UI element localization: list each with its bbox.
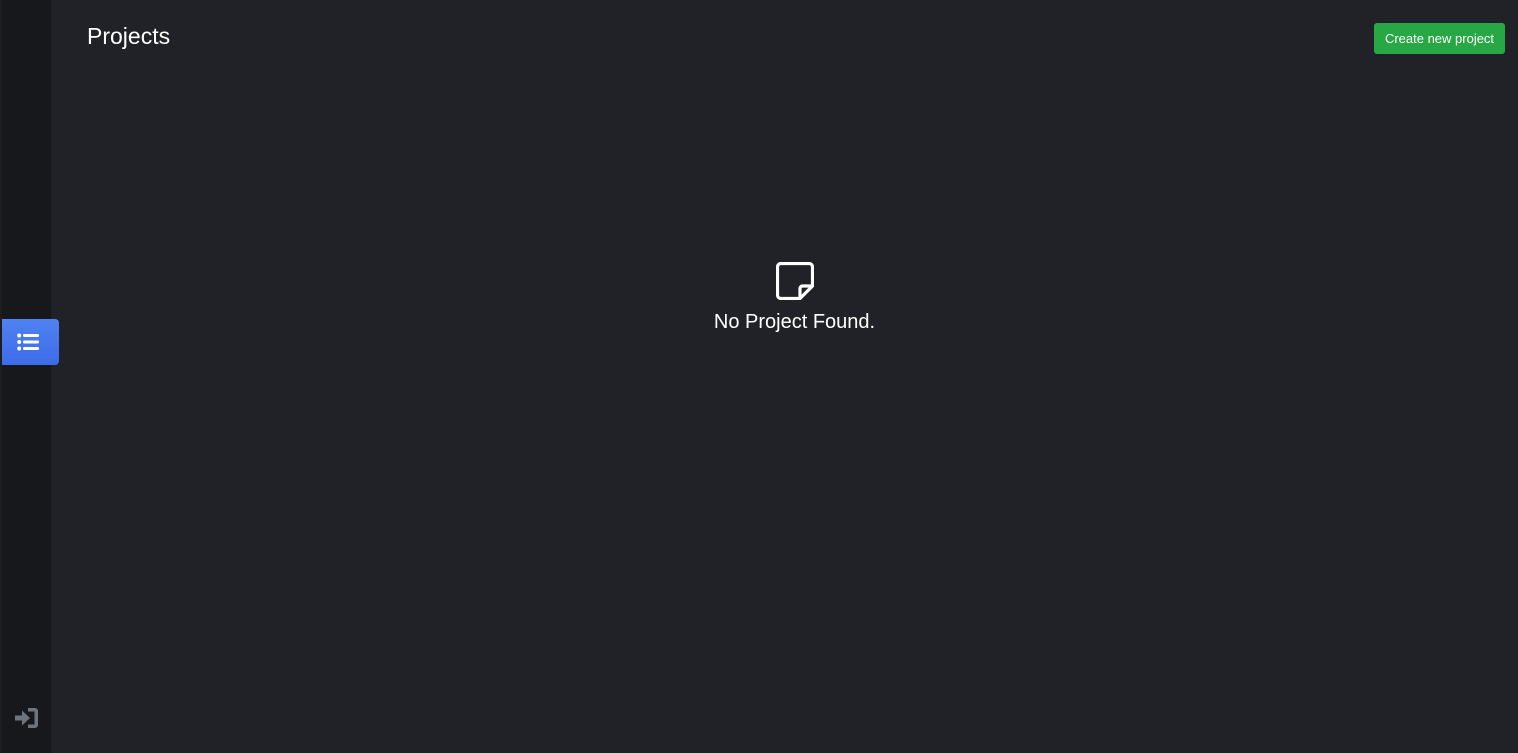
main-content: Projects Create new project No Project F… — [51, 0, 1518, 753]
empty-state-message: No Project Found. — [713, 311, 876, 333]
list-icon — [16, 333, 39, 351]
sign-in-icon — [13, 706, 40, 735]
app-root: Projects Create new project No Project F… — [0, 0, 1518, 753]
create-project-button[interactable]: Create new project — [1374, 23, 1505, 54]
page-title: Projects — [87, 23, 171, 49]
sign-in-button[interactable] — [11, 706, 41, 734]
sticky-note-icon — [775, 262, 814, 300]
empty-state: No Project Found. — [51, 262, 1518, 334]
sidebar — [0, 0, 59, 753]
sidebar-edge — [0, 0, 2, 753]
